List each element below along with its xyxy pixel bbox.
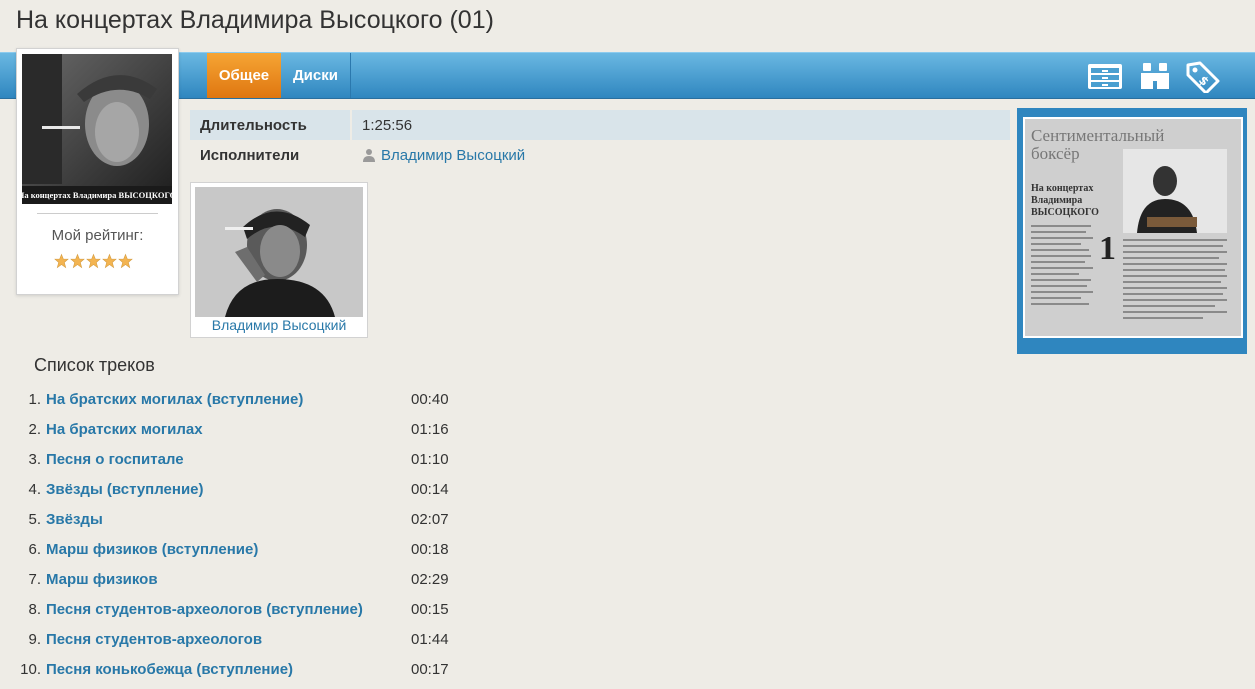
track-title-link[interactable]: Марш физиков bbox=[46, 565, 158, 595]
track-number: 10. bbox=[20, 661, 41, 678]
artist-name-link[interactable]: Владимир Высоцкий bbox=[191, 317, 367, 333]
track-title-link[interactable]: Песня о госпитале bbox=[46, 445, 184, 475]
track-title-link[interactable]: Песня студентов-археологов (вступление) bbox=[46, 595, 363, 625]
track-row: 6. Марш физиков (вступление) 00:18 bbox=[0, 535, 500, 565]
track-number: 5. bbox=[28, 511, 41, 528]
track-duration: 00:17 bbox=[411, 661, 449, 678]
performer-link[interactable]: Владимир Высоцкий bbox=[381, 147, 525, 164]
track-number: 8. bbox=[28, 601, 41, 618]
tracks-heading: Список треков bbox=[34, 355, 155, 375]
track-row: 7. Марш физиков 02:29 bbox=[0, 565, 500, 595]
track-title-link[interactable]: На братских могилах bbox=[46, 415, 203, 445]
track-title-link[interactable]: Марш физиков (вступление) bbox=[46, 535, 258, 565]
track-row: 8. Песня студентов-археологов (вступлени… bbox=[0, 595, 500, 625]
duration-label: Длительность bbox=[190, 110, 352, 140]
track-number: 9. bbox=[28, 631, 41, 648]
performers-value: Владимир Высоцкий bbox=[351, 140, 1010, 170]
back-cover-subtitle-line2: Владимира bbox=[1031, 195, 1082, 206]
back-cover-image[interactable]: Сентиментальный боксёр На концертах Влад… bbox=[1023, 117, 1243, 338]
track-number: 4. bbox=[28, 481, 41, 498]
performers-row: Исполнители Владимир Высоцкий bbox=[190, 140, 1010, 170]
track-duration: 00:14 bbox=[411, 481, 449, 498]
price-tag-icon[interactable]: $ bbox=[1184, 61, 1220, 93]
rating-stars[interactable] bbox=[54, 253, 133, 269]
cabinet-icon[interactable] bbox=[1086, 61, 1124, 91]
star-icon[interactable] bbox=[86, 253, 101, 269]
tab-discs[interactable]: Диски bbox=[281, 53, 351, 98]
track-number: 6. bbox=[28, 541, 41, 558]
star-icon[interactable] bbox=[54, 253, 69, 269]
track-duration: 01:10 bbox=[411, 451, 449, 468]
back-cover-title-line1: Сентиментальный bbox=[1031, 126, 1164, 145]
track-title-link[interactable]: Песня конькобежца (вступление) bbox=[46, 655, 293, 685]
track-row: 10. Песня конькобежца (вступление) 00:17 bbox=[0, 655, 500, 685]
album-info-table: Длительность 1:25:56 Исполнители Владими… bbox=[190, 110, 1010, 170]
navbar: Общее Диски $ bbox=[0, 52, 1255, 99]
track-number: 1. bbox=[28, 391, 41, 408]
tab-general[interactable]: Общее bbox=[207, 53, 281, 98]
track-row: 1. На братских могилах (вступление) 00:4… bbox=[0, 385, 500, 415]
back-cover-number: 1 bbox=[1099, 230, 1116, 267]
page-title: На концертах Владимира Высоцкого (01) bbox=[16, 6, 494, 34]
cover-caption: На концертах Владимира ВЫСОЦКОГО bbox=[22, 190, 172, 200]
track-row: 5. Звёзды 02:07 bbox=[0, 505, 500, 535]
track-duration: 00:15 bbox=[411, 601, 449, 618]
track-row: 9. Песня студентов-археологов 01:44 bbox=[0, 625, 500, 655]
album-cover-card: На концертах Владимира ВЫСОЦКОГО Мой рей… bbox=[16, 48, 179, 295]
track-duration: 01:16 bbox=[411, 421, 449, 438]
back-cover-title-line2: боксёр bbox=[1031, 144, 1080, 163]
back-cover-panel: Сентиментальный боксёр На концертах Влад… bbox=[1017, 108, 1247, 354]
person-icon bbox=[363, 148, 375, 162]
duration-row: Длительность 1:25:56 bbox=[190, 110, 1010, 140]
track-row: 4. Звёзды (вступление) 00:14 bbox=[0, 475, 500, 505]
track-duration: 02:29 bbox=[411, 571, 449, 588]
track-number: 2. bbox=[28, 421, 41, 438]
track-title-link[interactable]: Песня студентов-археологов bbox=[46, 625, 262, 655]
divider bbox=[37, 213, 158, 214]
track-duration: 01:44 bbox=[411, 631, 449, 648]
binoculars-icon[interactable] bbox=[1139, 61, 1171, 91]
artist-photo[interactable] bbox=[195, 187, 363, 317]
artist-card[interactable]: Владимир Высоцкий bbox=[190, 182, 368, 338]
track-duration: 02:07 bbox=[411, 511, 449, 528]
performers-label: Исполнители bbox=[190, 140, 352, 170]
rating-label: Мой рейтинг: bbox=[51, 227, 144, 244]
track-title-link[interactable]: Звёзды bbox=[46, 505, 103, 535]
track-row: 3. Песня о госпитале 01:10 bbox=[0, 445, 500, 475]
star-icon[interactable] bbox=[70, 253, 85, 269]
track-duration: 00:40 bbox=[411, 391, 449, 408]
star-icon[interactable] bbox=[102, 253, 117, 269]
track-number: 3. bbox=[28, 451, 41, 468]
track-row: 2. На братских могилах 01:16 bbox=[0, 415, 500, 445]
star-icon[interactable] bbox=[118, 253, 133, 269]
track-number: 7. bbox=[28, 571, 41, 588]
album-cover-image[interactable]: На концертах Владимира ВЫСОЦКОГО bbox=[22, 54, 172, 204]
back-cover-subtitle-line3: ВЫСОЦКОГО bbox=[1031, 207, 1099, 218]
duration-value: 1:25:56 bbox=[351, 110, 1010, 140]
track-title-link[interactable]: На братских могилах (вступление) bbox=[46, 385, 303, 415]
track-title-link[interactable]: Звёзды (вступление) bbox=[46, 475, 204, 505]
track-list: 1. На братских могилах (вступление) 00:4… bbox=[0, 385, 500, 685]
back-cover-subtitle-line1: На концертах bbox=[1031, 183, 1093, 194]
track-duration: 00:18 bbox=[411, 541, 449, 558]
